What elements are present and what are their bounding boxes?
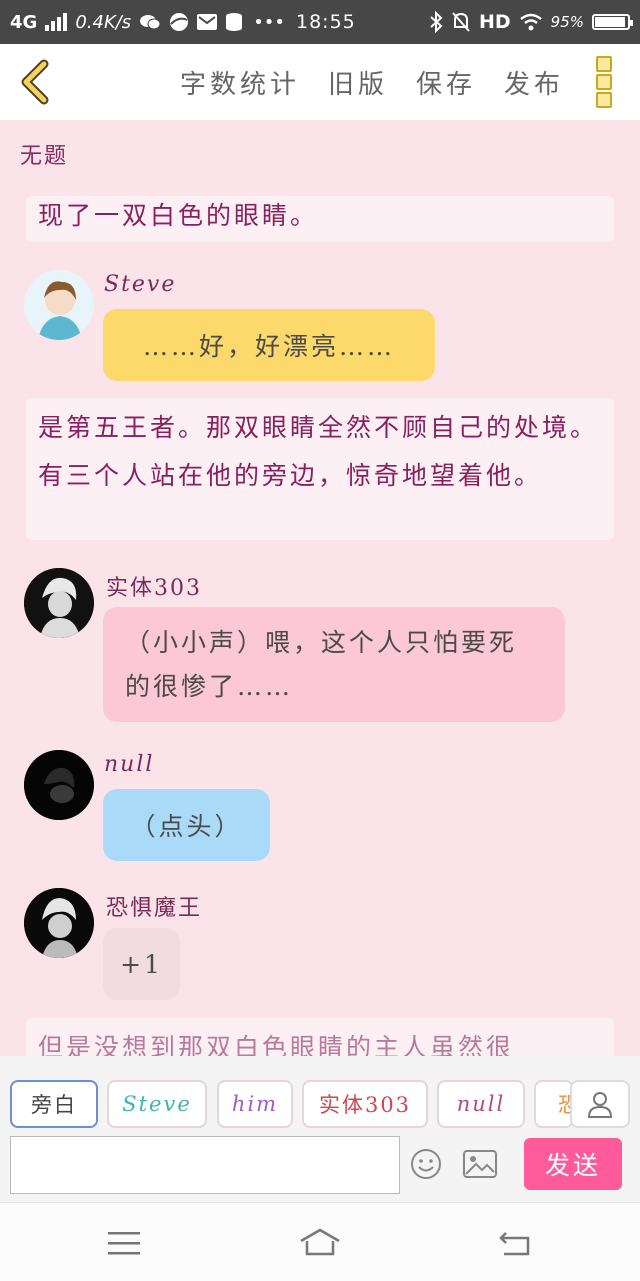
role-chip-label: null [456,1092,506,1116]
avatar-entity-303 [24,568,94,638]
dialogue-bubble[interactable]: （小小声）喂，这个人只怕要死的很惨了…… [103,607,565,722]
role-chip-fear[interactable]: 恐 [534,1080,574,1128]
role-chip-narrator[interactable]: 旁白 [10,1080,98,1128]
system-nav-bar [0,1202,640,1281]
back-arrow-icon[interactable] [16,58,52,106]
more-notifications-icon: ••• [253,11,286,33]
more-menu-icon[interactable] [594,56,614,108]
old-version-button[interactable]: 旧版 [328,64,388,101]
role-chip-him[interactable]: him [217,1080,293,1128]
dialogue-bubble[interactable]: ……好，好漂亮…… [103,309,435,381]
role-chip-label: 实体303 [318,1093,412,1117]
save-button[interactable]: 保存 [416,64,476,101]
role-chip-steve[interactable]: Steve [107,1080,207,1128]
dialogue-text: ……好，好漂亮…… [142,332,395,361]
document-title[interactable]: 无题 [20,138,68,170]
hd-badge: HD [478,11,511,33]
storage-icon [226,13,243,31]
avatar-null [24,750,94,820]
role-chip-label: 旁白 [31,1093,77,1117]
speaker-name: null [104,752,155,777]
wechat-icon [140,15,161,30]
image-icon[interactable] [463,1150,497,1178]
publish-button[interactable]: 发布 [504,64,564,101]
mute-bell-icon [452,12,470,32]
home-icon[interactable] [298,1227,342,1257]
composer-panel: 旁白 Steve him 实体303 null 恐 发送 [0,1056,640,1202]
narration-block[interactable]: 是第五王者。那双眼睛全然不顾自己的处境。有三个人站在他的旁边，惊奇地望着他。 [26,398,614,540]
network-speed: 0.4K/s [75,11,132,33]
narration-block[interactable]: 现了一双白色的眼睛。 [26,196,614,242]
dialogue-bubble[interactable]: （点头） [103,789,270,861]
bluetooth-icon [430,11,443,33]
avatar-fear-demon-king [24,888,94,958]
dialogue-bubble[interactable]: +1 [103,928,180,1000]
network-type: 4G [10,11,38,33]
role-chip-label: Steve [122,1092,192,1116]
dialogue-text: （点头） [130,812,243,841]
avatar-steve [24,270,94,340]
mail-icon [197,14,218,30]
emoji-icon[interactable] [410,1148,442,1180]
role-chip-label: him [231,1092,279,1116]
role-chip-entity-303[interactable]: 实体303 [302,1080,428,1128]
speaker-name: 实体303 [106,576,202,601]
status-bar: 4G 0.4K/s ••• 18:55 HD 95% [0,0,640,44]
browser-icon [170,13,189,31]
wifi-icon [519,13,542,31]
speaker-name: Steve [104,272,177,297]
word-count-button[interactable]: 字数统计 [180,64,300,101]
send-button[interactable]: 发送 [524,1138,622,1190]
battery-icon [592,14,633,30]
menu-icon[interactable] [108,1231,140,1255]
dialogue-text: +1 [120,949,163,979]
role-manager-button[interactable] [570,1080,630,1128]
role-chip-null[interactable]: null [437,1080,525,1128]
top-toolbar: 字数统计 旧版 保存 发布 [0,44,640,120]
dialogue-text: （小小声）喂，这个人只怕要死的很惨了…… [125,628,518,701]
battery-percent: 95% [550,13,584,31]
signal-icon [45,13,68,31]
person-icon [587,1092,613,1118]
back-nav-icon[interactable] [498,1229,532,1257]
message-input[interactable] [10,1136,400,1194]
speaker-name: 恐惧魔王 [106,896,203,921]
clock: 18:55 [296,11,356,33]
